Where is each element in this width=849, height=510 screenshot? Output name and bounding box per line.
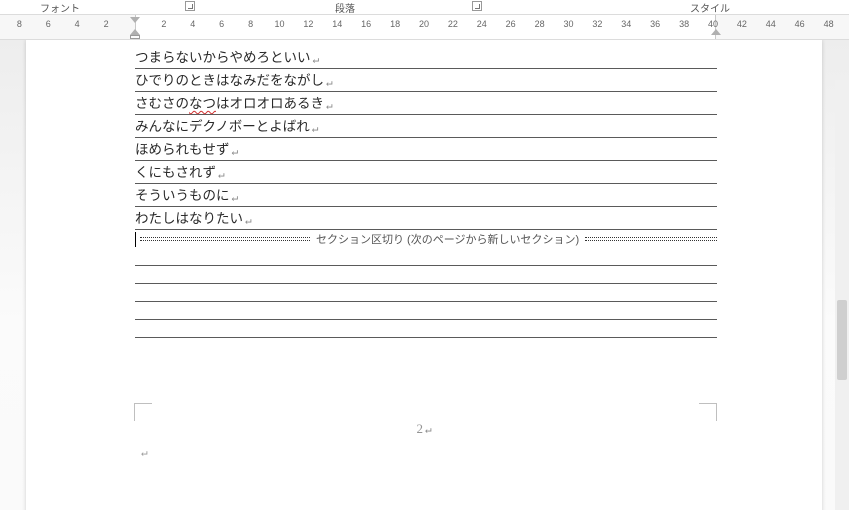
section-break-label: セクション区切り (次のページから新しいセクション) — [310, 231, 585, 247]
ruler-tick: 10 — [274, 19, 284, 29]
blank-line[interactable] — [135, 266, 717, 284]
ruler-tick: 34 — [621, 19, 631, 29]
ruler-tick: 40 — [708, 19, 718, 29]
ruler-tick: 4 — [190, 19, 195, 29]
blank-line[interactable] — [135, 248, 717, 266]
first-line-indent-marker-icon[interactable] — [130, 17, 140, 23]
paragraph-mark-icon: ↵ — [232, 191, 239, 204]
text-line[interactable]: ひでりのときはなみだをながし↵ — [135, 69, 717, 92]
section-break-line-icon — [140, 237, 310, 241]
ruler-tick: 8 — [248, 19, 253, 29]
ruler-tick: 26 — [506, 19, 516, 29]
horizontal-ruler[interactable]: 8642246810121416182022242628303234363840… — [0, 14, 849, 40]
page-number: 2↵ — [416, 421, 431, 437]
page[interactable]: つまらないからやめろといい↵ひでりのときはなみだをながし↵さむさのなつはオロオロ… — [26, 40, 822, 510]
text-line[interactable]: わたしはなりたい↵ — [135, 207, 717, 230]
ruler-tick: 46 — [795, 19, 805, 29]
ruler-tick: 18 — [390, 19, 400, 29]
text-line[interactable]: みんなにデクノボーとよばれ↵ — [135, 115, 717, 138]
ruler-tick: 36 — [650, 19, 660, 29]
section-break-line-icon — [585, 237, 717, 241]
ruler-tick: 6 — [46, 19, 51, 29]
footer-paragraph-mark-icon: ↵ — [141, 446, 148, 459]
ribbon-group-paragraph: 段落 — [315, 0, 375, 15]
ruler-tick: 6 — [219, 19, 224, 29]
ribbon-group-font: フォント — [30, 0, 90, 15]
paragraph-dialog-launcher-icon[interactable] — [472, 1, 482, 11]
ruler-tick: 2 — [104, 19, 109, 29]
ruler-tick: 14 — [332, 19, 342, 29]
blank-line[interactable] — [135, 302, 717, 320]
paragraph-mark-icon: ↵ — [232, 145, 239, 158]
ruler-tick: 38 — [679, 19, 689, 29]
ruler-tick: 24 — [477, 19, 487, 29]
ruler-tick: 28 — [535, 19, 545, 29]
text-line[interactable]: つまらないからやめろといい↵ — [135, 46, 717, 69]
font-dialog-launcher-icon[interactable] — [185, 1, 195, 11]
margin-corner-icon — [699, 403, 717, 421]
ruler-tick: 2 — [161, 19, 166, 29]
ruler-tick: 22 — [448, 19, 458, 29]
paragraph-mark-icon: ↵ — [218, 168, 225, 181]
ruler-tick: 16 — [361, 19, 371, 29]
ruler-tick: 12 — [303, 19, 313, 29]
paragraph-mark-icon: ↵ — [312, 122, 319, 135]
left-indent-marker-icon[interactable] — [130, 35, 140, 39]
paragraph-mark-icon: ↵ — [326, 76, 333, 89]
document-workspace: つまらないからやめろといい↵ひでりのときはなみだをながし↵さむさのなつはオロオロ… — [0, 40, 849, 510]
blank-line[interactable] — [135, 284, 717, 302]
text-line[interactable]: くにもされず↵ — [135, 161, 717, 184]
text-line[interactable]: ほめられもせず↵ — [135, 138, 717, 161]
ribbon-group-style: スタイル — [680, 0, 740, 15]
paragraph-mark-icon: ↵ — [313, 53, 320, 66]
text-line[interactable]: さむさのなつはオロオロあるき↵ — [135, 92, 717, 115]
ruler-tick: 20 — [419, 19, 429, 29]
vertical-scrollbar[interactable] — [835, 80, 849, 510]
text-body[interactable]: つまらないからやめろといい↵ひでりのときはなみだをながし↵さむさのなつはオロオロ… — [135, 46, 717, 338]
text-cursor — [135, 232, 136, 247]
right-indent-marker-icon[interactable] — [711, 29, 721, 35]
ruler-tick: 4 — [75, 19, 80, 29]
scrollbar-thumb[interactable] — [837, 300, 847, 380]
spellcheck-squiggle[interactable]: なつ — [189, 92, 216, 112]
ribbon-group-labels: フォント 段落 スタイル — [0, 0, 849, 14]
margin-corner-icon — [134, 403, 152, 421]
paragraph-mark-icon: ↵ — [245, 214, 252, 227]
text-line[interactable]: そういうものに↵ — [135, 184, 717, 207]
ruler-tick: 32 — [592, 19, 602, 29]
paragraph-mark-icon: ↵ — [326, 99, 333, 112]
section-break[interactable]: セクション区切り (次のページから新しいセクション) — [135, 230, 717, 248]
ruler-tick: 44 — [766, 19, 776, 29]
ruler-tick: 42 — [737, 19, 747, 29]
ruler-tick: 48 — [824, 19, 834, 29]
ruler-tick: 30 — [563, 19, 573, 29]
ruler-tick: 8 — [17, 19, 22, 29]
blank-line[interactable] — [135, 320, 717, 338]
